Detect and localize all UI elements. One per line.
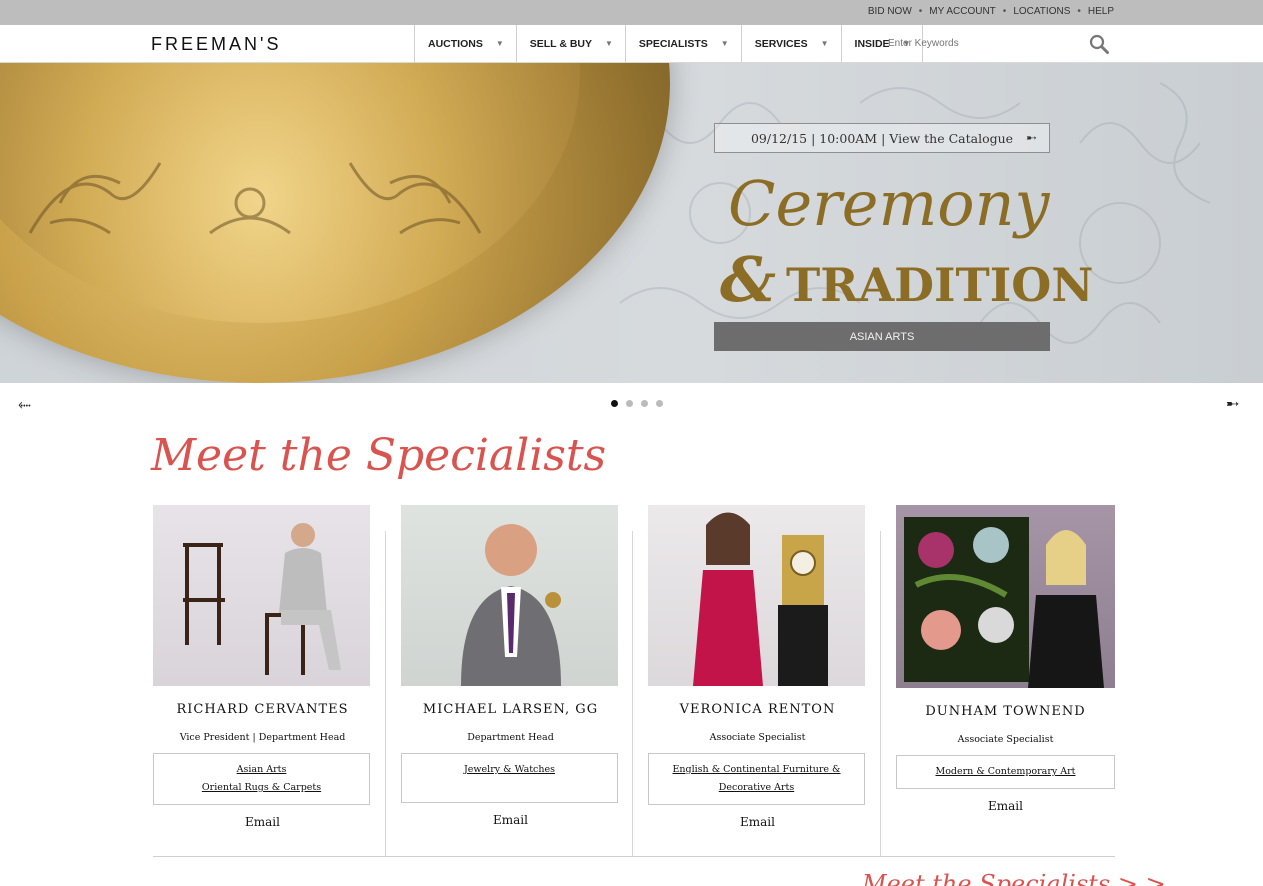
specialist-photo[interactable] (896, 505, 1115, 688)
slide-dot[interactable] (656, 400, 663, 407)
specialist-title: Associate Specialist (709, 732, 806, 743)
department-link[interactable]: Jewelry & Watches (406, 761, 613, 779)
specialist-photo[interactable] (648, 505, 865, 686)
nav-sell-buy[interactable]: SELL & BUY ▼ (515, 25, 625, 62)
nav-auctions[interactable]: AUCTIONS ▼ (414, 25, 516, 62)
view-catalogue-link[interactable]: 09/12/15 | 10:00AM | View the Catalogue … (714, 123, 1050, 153)
section-heading: Meet the Specialists (151, 430, 607, 481)
department-link[interactable]: Oriental Rugs & Carpets (158, 779, 365, 797)
main-navbar: FREEMAN'S AUCTIONS ▼ SELL & BUY ▼ SPECIALI… (0, 25, 1263, 63)
caret-down-icon: ▼ (720, 39, 729, 48)
search-input[interactable] (879, 25, 1079, 62)
utility-links: BID NOW • MY ACCOUNT • LOCATIONS • HELP (868, 6, 1114, 17)
department-links: Modern & Contemporary Art (896, 755, 1115, 789)
locations-link[interactable]: LOCATIONS (1013, 6, 1070, 17)
separator: • (918, 6, 923, 17)
specialist-card: RICHARD CERVANTES Vice President | Depar… (153, 505, 372, 829)
hero-title-tradition: TRADITION (785, 258, 1094, 312)
email-link[interactable]: Email (401, 813, 620, 827)
specialist-title: Vice President | Department Head (179, 732, 346, 743)
specialist-card: DUNHAM TOWNEND Associate Specialist Mode… (896, 505, 1115, 813)
nav-specialists[interactable]: SPECIALISTS ▼ (624, 25, 741, 62)
email-link[interactable]: Email (153, 815, 372, 829)
specialist-card: MICHAEL LARSEN, GG Department Head Jewel… (401, 505, 620, 827)
meet-specialists-link[interactable]: Meet the Specialists > > (862, 870, 1166, 886)
slide-dots (611, 400, 663, 407)
department-links: English & Continental Furniture & Decora… (648, 753, 865, 805)
specialist-photo[interactable] (153, 505, 370, 686)
portrait-illustration (461, 524, 561, 686)
department-link[interactable]: Asian Arts (158, 761, 365, 779)
specialist-card: VERONICA RENTON Associate Specialist Eng… (648, 505, 867, 829)
phoenix-relief (28, 162, 162, 235)
ampersand: & (720, 243, 776, 316)
department-links: Asian Arts Oriental Rugs & Carpets (153, 753, 370, 805)
help-link[interactable]: HELP (1088, 6, 1114, 17)
separator: • (1002, 6, 1007, 17)
column-divider (880, 531, 881, 856)
arrow-right-icon[interactable]: ➸ (1226, 394, 1239, 413)
magnifier-icon[interactable] (1089, 34, 1109, 54)
hero-title-line2: & TRADITION (720, 243, 1093, 316)
specialist-title: Associate Specialist (957, 734, 1054, 745)
slide-dot[interactable] (641, 400, 648, 407)
phoenix-relief (348, 162, 482, 235)
hero-banner: 09/12/15 | 10:00AM | View the Catalogue … (0, 63, 1263, 383)
nav-services[interactable]: SERVICES ▼ (740, 25, 841, 62)
specialist-name: RICHARD CERVANTES (176, 702, 349, 717)
portrait-illustration (183, 523, 341, 675)
arrow-left-icon[interactable]: ⬸ (18, 394, 31, 414)
catalogue-link-text: 09/12/15 | 10:00AM | View the Catalogue (750, 130, 1014, 146)
arrow-right-icon: ➸ (1026, 131, 1037, 146)
search-box (879, 25, 1263, 62)
my-account-link[interactable]: MY ACCOUNT (929, 6, 996, 17)
specialist-name: MICHAEL LARSEN, GG (422, 702, 599, 717)
specialist-photo[interactable] (401, 505, 618, 686)
slide-dot[interactable] (611, 400, 618, 407)
asian-arts-button[interactable]: ASIAN ARTS (714, 322, 1050, 351)
department-link[interactable]: Modern & Contemporary Art (901, 763, 1110, 781)
slide-dot[interactable] (626, 400, 633, 407)
portrait-illustration (904, 517, 1104, 688)
column-divider (385, 531, 386, 856)
caret-down-icon: ▼ (605, 39, 613, 48)
separator: • (1077, 6, 1081, 17)
email-link[interactable]: Email (648, 815, 867, 829)
utility-bar: BID NOW • MY ACCOUNT • LOCATIONS • HELP (0, 0, 1263, 25)
nav-label: SERVICES (754, 37, 808, 50)
email-link[interactable]: Email (896, 799, 1115, 813)
bid-now-link[interactable]: BID NOW (868, 6, 912, 17)
main-menu: AUCTIONS ▼ SELL & BUY ▼ SPECIALISTS ▼ SERVI… (414, 25, 924, 62)
nav-label: AUCTIONS (428, 37, 483, 50)
caret-down-icon: ▼ (495, 39, 504, 48)
cloud-relief (209, 187, 291, 235)
nav-label: SPECIALISTS (638, 37, 708, 50)
caret-down-icon: ▼ (820, 39, 829, 48)
portrait-illustration (693, 512, 828, 686)
section-divider (153, 856, 1115, 857)
department-links: Jewelry & Watches (401, 753, 618, 803)
specialist-name: VERONICA RENTON (679, 702, 836, 717)
freemans-logo[interactable]: FREEMAN'S (151, 34, 281, 55)
column-divider (632, 531, 633, 856)
specialist-title: Department Head (467, 732, 554, 743)
nav-label: SELL & BUY (529, 37, 592, 50)
hero-title-line1: Ceremony (728, 167, 1050, 240)
department-link[interactable]: English & Continental Furniture & Decora… (653, 761, 860, 797)
specialist-name: DUNHAM TOWNEND (925, 704, 1086, 719)
